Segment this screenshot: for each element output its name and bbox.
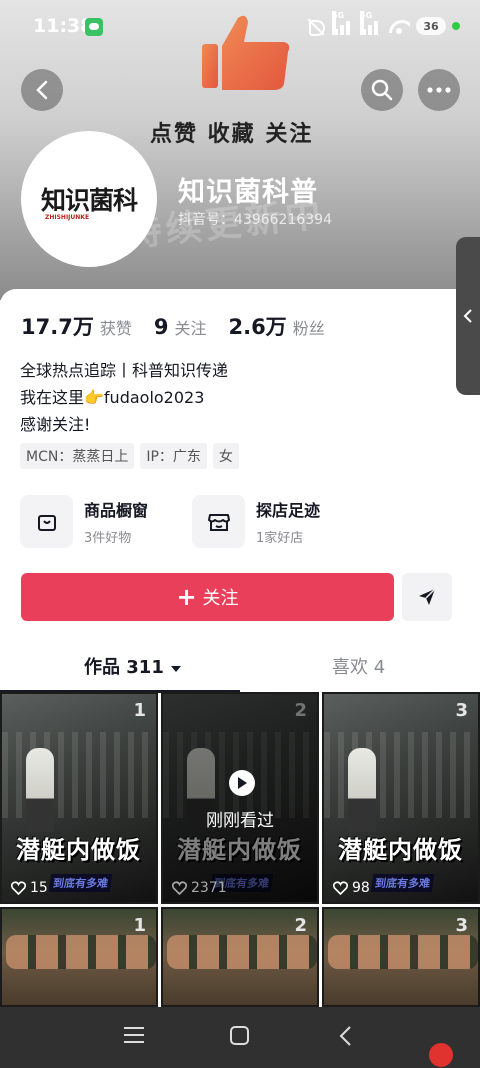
video-likes-count: 98 xyxy=(352,880,370,896)
bio-line: 全球热点追踪丨科普知识传递 xyxy=(20,361,229,380)
banner-text: 点赞 收藏 关注 xyxy=(150,122,314,147)
stat-following[interactable]: 9 关注 xyxy=(154,315,207,339)
profile-header: 11:38 5G 5G 36 点赞 收藏 关注 持续更新中 知识菌科 ZHISH… xyxy=(0,0,480,300)
video-thumbnail[interactable]: 3 潜艇内做饭 到底有多难 98 xyxy=(322,692,480,904)
stats-row: 17.7万 获赞 9 关注 2.6万 粉丝 xyxy=(21,311,347,341)
search-button[interactable] xyxy=(361,69,403,111)
video-thumbnail[interactable]: 3 xyxy=(322,907,480,1007)
video-number: 1 xyxy=(133,700,146,721)
chevron-left-icon xyxy=(463,309,472,323)
stat-followers[interactable]: 2.6万 粉丝 xyxy=(228,311,324,341)
video-number: 1 xyxy=(133,915,146,936)
stat-label: 关注 xyxy=(174,319,207,338)
content-tabs: 作品 311 喜欢 4 xyxy=(0,639,480,693)
video-grid: 1 潜艇内做饭 到底有多难 15 2 潜艇内做饭 到底有多难 刚刚看过 2371… xyxy=(0,692,480,1007)
video-likes-count: 15 xyxy=(30,880,48,896)
video-subcaption: 到底有多难 xyxy=(48,874,113,892)
stat-number: 17.7万 xyxy=(21,315,94,339)
play-icon xyxy=(229,770,255,796)
shop-subtitle: 1家好店 xyxy=(256,531,304,546)
back-button[interactable] xyxy=(21,69,63,111)
video-likes: 98 xyxy=(333,880,370,896)
heart-icon xyxy=(172,881,187,895)
caret-down-icon xyxy=(171,666,182,672)
video-likes: 15 xyxy=(11,880,48,896)
mute-icon xyxy=(306,17,326,36)
send-icon xyxy=(419,588,436,605)
video-thumbnail[interactable]: 1 xyxy=(0,907,158,1007)
signal-icon-2: 5G xyxy=(360,11,382,35)
tag-gender: 女 xyxy=(212,443,239,469)
video-likes-count: 2371 xyxy=(191,880,227,896)
video-number: 3 xyxy=(455,700,468,721)
battery-indicator: 36 xyxy=(416,17,446,35)
profile-panel: 17.7万 获赞 9 关注 2.6万 粉丝 全球热点追踪丨科普知识传递 我在这里… xyxy=(0,289,480,709)
nickname: 知识菌科普 xyxy=(178,177,318,208)
video-thumbnail[interactable]: 2 xyxy=(161,907,319,1007)
bio-line: 我在这里👉fudaolo2023 xyxy=(20,388,205,407)
video-subcaption: 到底有多难 xyxy=(370,874,435,892)
video-thumbnail[interactable]: 1 潜艇内做饭 到底有多难 15 xyxy=(0,692,158,904)
bio-line: 感谢关注! xyxy=(20,415,91,434)
avatar-logo: 知识菌科 xyxy=(40,186,138,215)
avatar-logo-sub: ZHISHIJUNKE xyxy=(45,214,90,221)
shop-subtitle: 3件好物 xyxy=(84,531,132,546)
video-likes: 2371 xyxy=(172,880,227,896)
privacy-dot-icon xyxy=(452,22,460,30)
stat-label: 获赞 xyxy=(99,319,132,338)
tag-mcn: MCN：蒸蒸日上 xyxy=(20,443,135,469)
more-button[interactable] xyxy=(418,69,460,111)
wechat-notification-icon xyxy=(85,18,103,36)
store-visits-entry[interactable]: 探店足迹 1家好店 xyxy=(192,495,320,548)
more-dots-icon xyxy=(427,87,451,93)
tag-ip: IP：广东 xyxy=(140,443,207,469)
follow-button[interactable]: + 关注 xyxy=(21,573,394,621)
tab-works-label: 作品 311 xyxy=(84,657,164,678)
heart-icon xyxy=(11,881,26,895)
avatar[interactable]: 知识菌科 ZHISHIJUNKE xyxy=(21,131,157,267)
home-icon[interactable] xyxy=(230,1026,249,1045)
video-thumbnail-watched[interactable]: 2 潜艇内做饭 到底有多难 刚刚看过 2371 xyxy=(161,692,319,904)
stat-likes[interactable]: 17.7万 获赞 xyxy=(21,311,132,341)
heart-icon xyxy=(333,881,348,895)
bio: 全球热点追踪丨科普知识传递 我在这里👉fudaolo2023 感谢关注! xyxy=(20,357,228,438)
stat-label: 粉丝 xyxy=(292,319,325,338)
side-panel-handle[interactable] xyxy=(456,237,480,395)
search-icon xyxy=(371,79,393,101)
store-icon xyxy=(192,495,246,548)
tag-list: MCN：蒸蒸日上 IP：广东 女 xyxy=(20,443,239,469)
video-number: 3 xyxy=(455,915,468,936)
recently-watched-label: 刚刚看过 xyxy=(206,811,274,831)
video-caption: 潜艇内做饭 xyxy=(338,836,463,864)
tab-likes[interactable]: 喜欢 4 xyxy=(332,653,385,679)
plus-icon: + xyxy=(176,583,197,611)
tab-works[interactable]: 作品 311 xyxy=(84,653,182,679)
status-icons: 5G 5G 36 xyxy=(306,11,460,36)
shop-title: 商品橱窗 xyxy=(84,501,149,520)
douyin-id[interactable]: 抖音号：43966216394 xyxy=(178,209,332,229)
back-icon[interactable] xyxy=(338,1025,352,1047)
chevron-left-icon xyxy=(36,80,48,100)
signal-icon: 5G xyxy=(332,11,354,35)
follow-label: 关注 xyxy=(202,588,239,609)
video-number: 2 xyxy=(294,915,307,936)
wifi-icon xyxy=(388,18,410,34)
system-nav-bar xyxy=(0,1007,480,1068)
screen-record-icon[interactable] xyxy=(429,1043,453,1067)
share-button[interactable] xyxy=(402,573,452,621)
shop-title: 探店足迹 xyxy=(256,501,321,520)
shop-window-entry[interactable]: 商品橱窗 3件好物 xyxy=(20,495,148,548)
shop-row: 商品橱窗 3件好物 探店足迹 1家好店 xyxy=(20,495,320,548)
video-caption: 潜艇内做饭 xyxy=(16,836,141,864)
thumbs-up-icon xyxy=(202,15,290,90)
recent-apps-icon[interactable] xyxy=(124,1027,144,1045)
stat-number: 2.6万 xyxy=(228,315,287,339)
bag-icon xyxy=(20,495,73,548)
stat-number: 9 xyxy=(153,315,169,339)
